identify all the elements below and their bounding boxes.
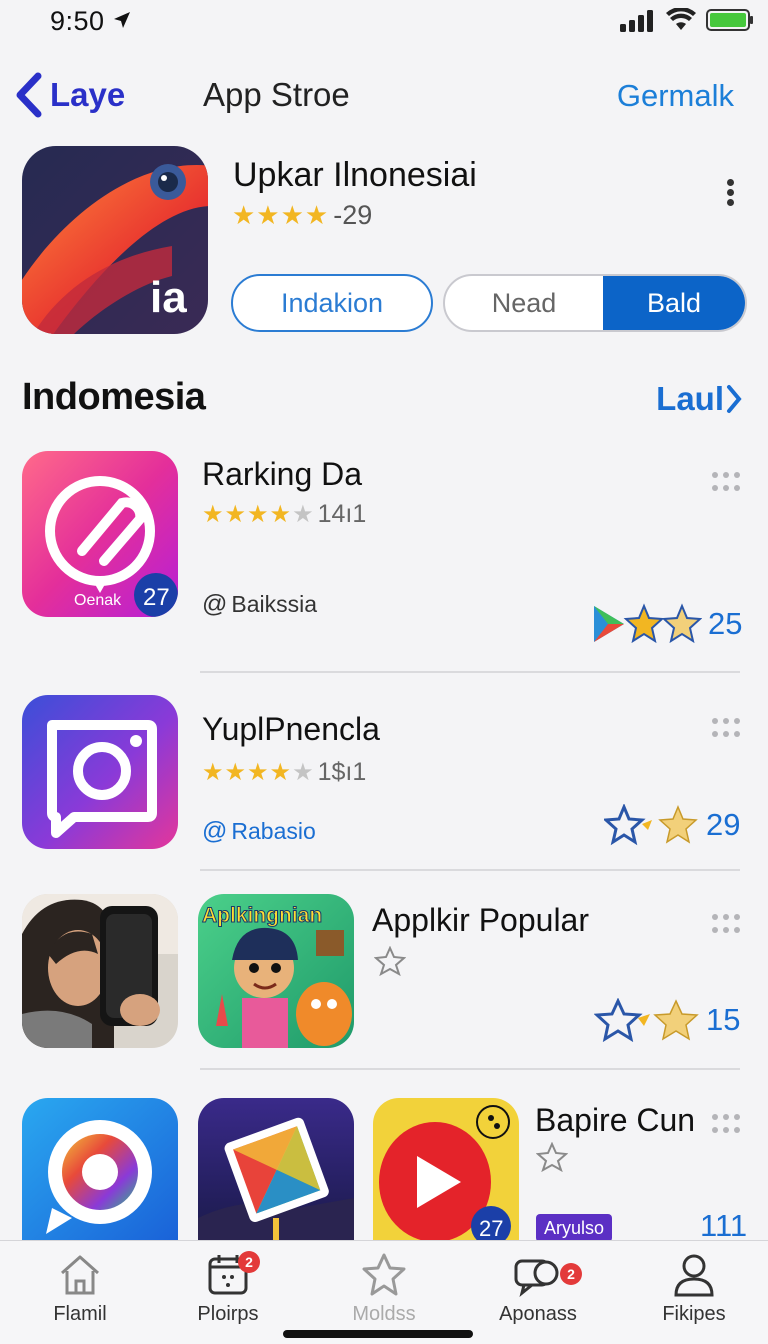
metric-value: 111 (700, 1208, 748, 1243)
rating-count: 14ı1 (317, 500, 367, 528)
play-and-stars-icon (594, 603, 702, 644)
wifi-icon (666, 8, 696, 30)
row-divider (200, 1068, 740, 1070)
rating-count: -29 (333, 200, 373, 230)
status-bar: 9:50 (0, 0, 768, 50)
tab-label: Flamil (53, 1303, 107, 1325)
metric-value: 25 (708, 606, 743, 641)
app-rating: ★★★★ ★ 14ı1 (202, 500, 366, 529)
segment-right-selected[interactable]: Bald (603, 276, 745, 330)
tab-label: Ploirps (197, 1303, 259, 1325)
icon-badge-number: 27 (143, 584, 170, 611)
featured-icon-text: ia (150, 273, 187, 322)
grid-menu-icon[interactable] (712, 1114, 744, 1134)
status-time: 9:50 (50, 6, 105, 36)
app-icon-photo-frame[interactable] (198, 1098, 354, 1240)
at-icon: @ (202, 817, 228, 845)
tab-label: Aponass (499, 1303, 577, 1325)
app-metric: 25 (592, 602, 742, 646)
app-name[interactable]: Bapire Cun (535, 1102, 695, 1139)
tab-aponass[interactable]: 2 Aponass (478, 1251, 598, 1326)
home-icon (61, 1255, 99, 1295)
tab-bar: Flamil 2 Ploirps Moldss 2 Aponass Fikipe… (0, 1240, 768, 1344)
featured-action-button[interactable]: Indakion (231, 274, 433, 332)
cellular-signal-icon (620, 10, 653, 32)
app-icon-play[interactable]: 27 (373, 1098, 519, 1240)
metric-value: 15 (706, 1002, 741, 1037)
person-icon (674, 1254, 714, 1297)
icon-badge-number: 27 (479, 1216, 503, 1240)
icon-caption: Aplkingnian (202, 904, 322, 927)
app-icon-yupl[interactable] (22, 695, 178, 849)
app-name[interactable]: Rarking Da (202, 456, 362, 493)
empty-star-icon (374, 946, 406, 976)
row-divider (200, 869, 740, 871)
app-metric: 111 (700, 1208, 747, 1244)
star-outline-icon (362, 1253, 406, 1296)
section-see-all-link[interactable]: Laul (656, 380, 742, 418)
featured-rating: ★★★★ -29 (232, 200, 372, 231)
more-options-icon[interactable] (725, 176, 735, 212)
tab-moldss[interactable]: Moldss (324, 1251, 444, 1326)
app-metric: 29 (604, 804, 740, 846)
at-icon: @ (202, 590, 228, 618)
app-rating: ★★★★ ★ 1$ı1 (202, 758, 366, 787)
tab-label: Fikipes (662, 1303, 726, 1325)
developer-name: Rabasio (231, 818, 316, 844)
featured-app-name: Upkar Ilnonesiai (233, 156, 477, 194)
app-metric: 15 (594, 998, 740, 1042)
app-name[interactable]: Applkir Popular (372, 902, 589, 939)
chevron-left-icon (16, 72, 42, 118)
grid-menu-icon[interactable] (712, 718, 744, 738)
featured-app-icon[interactable]: ia (22, 146, 208, 334)
row-divider (200, 671, 740, 673)
app-icon-photo-person[interactable] (22, 894, 178, 1048)
icon-label: Oenak (74, 592, 122, 609)
tab-fikipes[interactable]: Fikipes (634, 1251, 754, 1326)
star-rating-icon: ★★★★ (232, 200, 330, 230)
rating-stars-icon (604, 804, 698, 846)
metric-value: 29 (706, 807, 741, 842)
chevron-right-icon (727, 385, 742, 413)
app-developer: @ Rabasio (202, 817, 316, 846)
navigation-bar: Laye App Stroe Germalk (0, 64, 768, 128)
app-name[interactable]: YuplPnencla (202, 711, 380, 748)
notification-badge: 2 (238, 1251, 260, 1273)
battery-icon (706, 9, 754, 31)
location-arrow-icon (114, 12, 130, 28)
empty-star-icon (536, 1142, 568, 1172)
segment-left[interactable]: Nead (445, 276, 603, 330)
section-title: Indomesia (22, 376, 206, 418)
tab-flamil[interactable]: Flamil (20, 1251, 140, 1326)
empty-star-icon: ★ (292, 501, 314, 528)
app-icon-rarking[interactable]: 27 Oenak (22, 451, 178, 617)
home-indicator (283, 1330, 473, 1338)
rating-stars-icon (594, 998, 699, 1042)
segmented-control: Nead Bald (443, 274, 747, 332)
page-title: App Stroe (203, 76, 350, 113)
back-button[interactable]: Laye (14, 72, 125, 118)
section-link-label: Laul (656, 380, 724, 417)
grid-menu-icon[interactable] (712, 472, 744, 492)
tab-ploirps[interactable]: 2 Ploirps (168, 1251, 288, 1326)
app-tag-badge: Aryulso (536, 1214, 613, 1242)
notification-badge: 2 (560, 1263, 582, 1285)
app-icon-chat-circle[interactable] (22, 1098, 178, 1240)
developer-name: Baikssia (231, 591, 318, 617)
star-rating-icon: ★★★★ (202, 501, 293, 528)
app-developer: @ Baikssia (202, 590, 317, 619)
back-label: Laye (50, 76, 126, 113)
grid-menu-icon[interactable] (712, 914, 744, 934)
star-rating-icon: ★★★★ (202, 759, 293, 786)
rating-count: 1$ı1 (317, 758, 367, 786)
tab-label: Moldss (352, 1303, 416, 1325)
nav-right-link[interactable]: Germalk (617, 78, 734, 114)
chat-bubbles-icon (514, 1259, 559, 1297)
empty-star-icon: ★ (292, 759, 314, 786)
app-icon-aplkingnian[interactable]: Aplkingnian (198, 894, 354, 1048)
